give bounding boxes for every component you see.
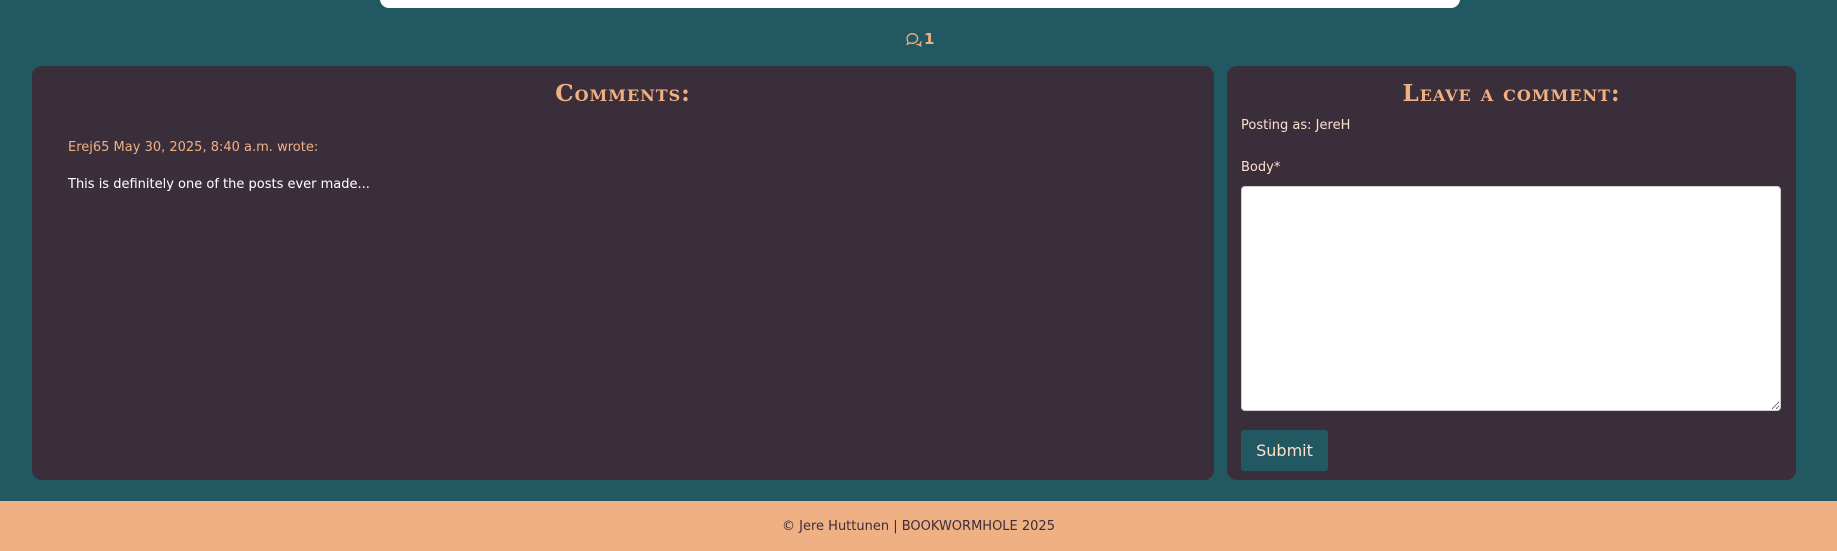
leave-comment-title: Leave a comment: bbox=[1402, 80, 1621, 107]
footer-copyright: © Jere Huttunen | BOOKWORMHOLE 2025 bbox=[782, 518, 1055, 534]
body-field-label: Body* bbox=[1241, 160, 1281, 175]
footer: © Jere Huttunen | BOOKWORMHOLE 2025 bbox=[0, 501, 1837, 551]
comment-count-value: 1 bbox=[924, 30, 935, 48]
comments-title: Comments: bbox=[555, 80, 691, 107]
comment-author-meta: Erej65 May 30, 2025, 8:40 a.m. wrote: bbox=[68, 140, 319, 155]
submit-button[interactable]: Submit bbox=[1241, 430, 1328, 471]
body-textarea[interactable] bbox=[1241, 186, 1781, 411]
comments-panel: Comments: Erej65 May 30, 2025, 8:40 a.m.… bbox=[32, 66, 1214, 480]
leave-comment-panel: Leave a comment: Posting as: JereH Body*… bbox=[1227, 66, 1796, 480]
comment-body-text: This is definitely one of the posts ever… bbox=[68, 177, 370, 192]
post-card-bottom-edge bbox=[380, 0, 1460, 8]
comment-count: 1 bbox=[905, 28, 934, 50]
comments-icon bbox=[905, 32, 922, 47]
posting-as-label: Posting as: JereH bbox=[1241, 118, 1351, 133]
